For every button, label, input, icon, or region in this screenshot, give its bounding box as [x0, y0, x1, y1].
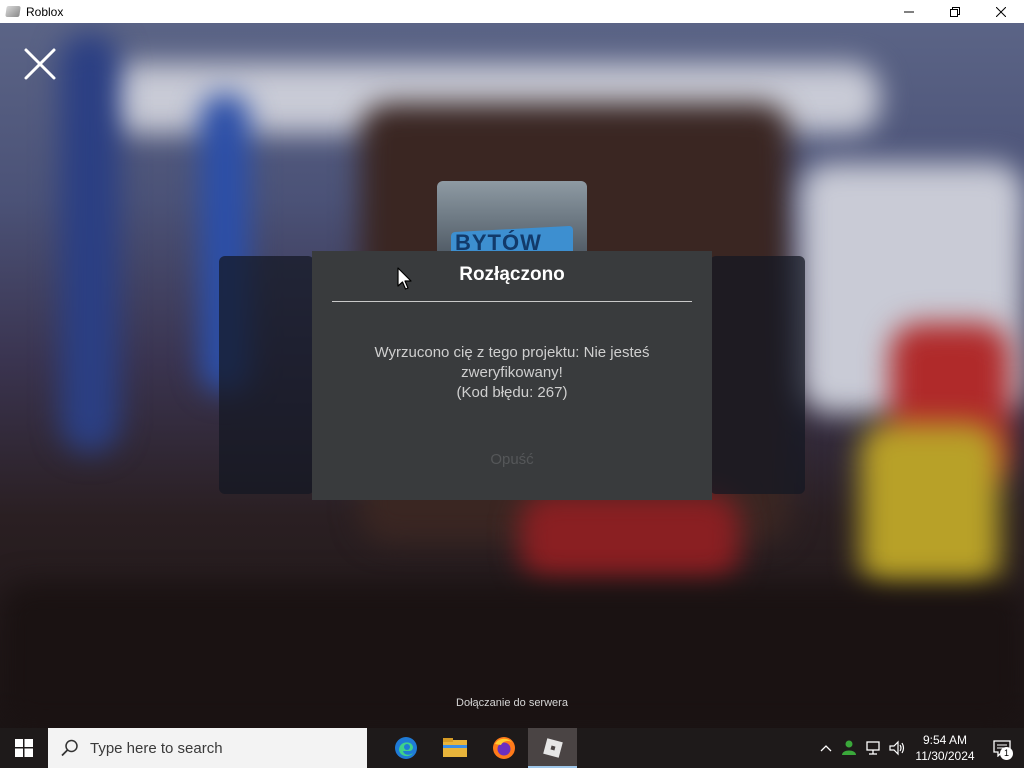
- roblox-app-icon: [5, 6, 21, 17]
- loading-panel-right: [710, 256, 805, 494]
- user-check-icon: [842, 740, 856, 755]
- taskbar-app-firefox[interactable]: [479, 728, 528, 768]
- dialog-message-line: zweryfikowany!: [461, 364, 563, 381]
- game-thumbnail: BYTÓW: [437, 181, 587, 261]
- background-scenery: [60, 33, 120, 453]
- clock-time: 9:54 AM: [922, 733, 968, 747]
- loading-panel-left: [219, 256, 314, 494]
- tray-volume[interactable]: [886, 728, 910, 768]
- background-scenery: [520, 493, 740, 583]
- clock-date: 11/30/2024: [915, 749, 975, 763]
- roblox-icon: [542, 738, 563, 758]
- dialog-message-line: Wyrzucono cię z tego projektu: Nie jeste…: [374, 344, 650, 361]
- game-viewport: BYTÓW Rozłączono Wyrzucono cię z tego pr…: [0, 23, 1024, 728]
- taskbar-app-roblox[interactable]: [528, 728, 577, 768]
- background-scenery: [860, 423, 1000, 593]
- taskbar: Type here to search 9:54 AM 11/30/2024 1: [0, 728, 1024, 768]
- windows-logo-icon: [15, 739, 33, 757]
- minimize-icon: [904, 11, 914, 12]
- restore-button[interactable]: [932, 0, 978, 23]
- taskbar-clock[interactable]: 9:54 AM 11/30/2024: [910, 732, 980, 764]
- taskbar-app-edge[interactable]: [381, 728, 430, 768]
- window-titlebar: Roblox: [0, 0, 1024, 23]
- start-button[interactable]: [0, 728, 48, 768]
- tray-user-status[interactable]: [838, 728, 862, 768]
- window-title: Roblox: [26, 4, 64, 19]
- dialog-divider: [332, 301, 692, 302]
- file-explorer-icon: [442, 738, 467, 757]
- status-text: Dołączanie do serwera: [456, 697, 568, 709]
- notification-count-badge: 1: [1000, 747, 1013, 760]
- dialog-error-code: (Kod błędu: 267): [456, 384, 568, 401]
- chevron-up-icon: [820, 745, 832, 752]
- tray-network[interactable]: [862, 728, 886, 768]
- taskbar-search-box[interactable]: Type here to search: [48, 728, 367, 768]
- close-window-button[interactable]: [978, 0, 1024, 23]
- system-tray: 9:54 AM 11/30/2024 1: [814, 728, 1024, 768]
- dialog-message: Wyrzucono cię z tego projektu: Nie jeste…: [352, 343, 672, 403]
- network-icon: [866, 741, 880, 755]
- window-controls: [886, 0, 1024, 23]
- edge-icon: [394, 737, 417, 759]
- minimize-button[interactable]: [886, 0, 932, 23]
- search-icon: [61, 739, 78, 757]
- mouse-cursor-icon: [397, 267, 412, 290]
- search-placeholder: Type here to search: [90, 739, 223, 757]
- taskbar-app-file-explorer[interactable]: [430, 728, 479, 768]
- restore-icon: [950, 6, 960, 17]
- close-icon: [996, 6, 1006, 17]
- action-center-button[interactable]: 1: [980, 728, 1024, 768]
- leave-button[interactable]: Opuść: [462, 451, 562, 468]
- show-hidden-icons-button[interactable]: [814, 728, 838, 768]
- disconnected-dialog: Rozłączono Wyrzucono cię z tego projektu…: [312, 251, 712, 500]
- dialog-title: Rozłączono: [459, 264, 565, 285]
- firefox-icon: [492, 737, 515, 759]
- close-game-button[interactable]: [22, 46, 58, 82]
- volume-icon: [889, 740, 905, 756]
